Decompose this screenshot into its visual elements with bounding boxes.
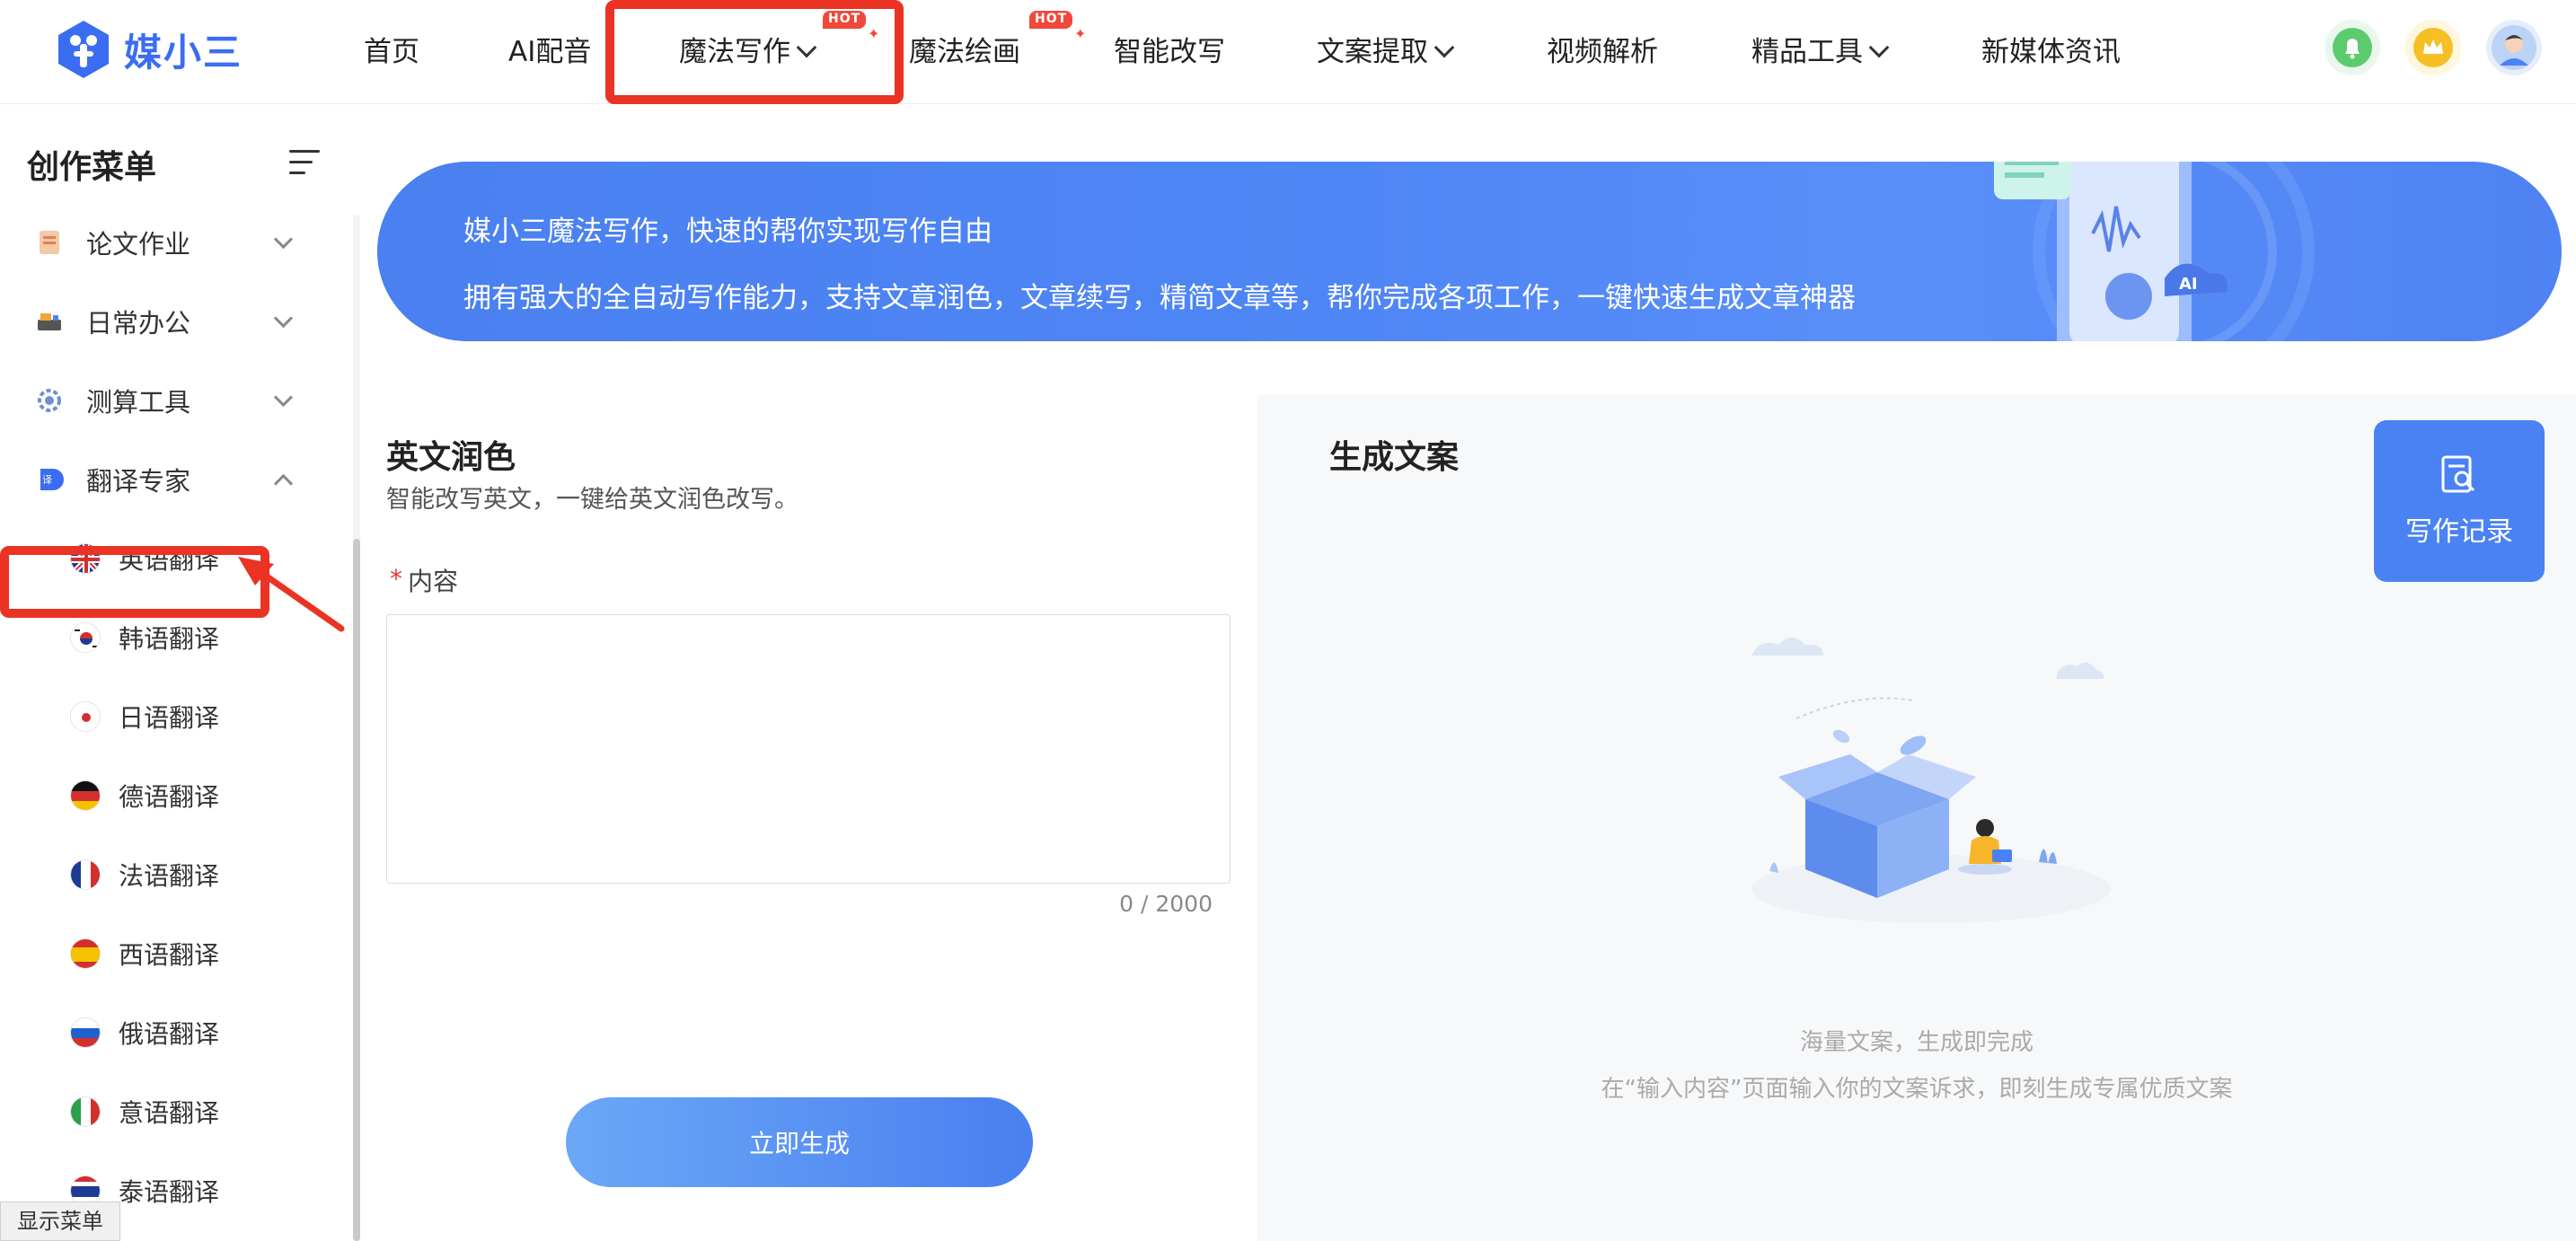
- nav-label: 视频解析: [1547, 36, 1658, 68]
- record-search-icon: [2441, 455, 2475, 493]
- nav-label: 新媒体资讯: [1981, 36, 2121, 68]
- empty-state-illustration: [1751, 638, 2111, 923]
- nav-home[interactable]: 首页: [364, 27, 419, 77]
- char-counter: 0 / 2000: [1119, 891, 1213, 917]
- sidebar-subitem-label: 泰语翻译: [119, 1177, 220, 1207]
- sidebar-subitem-german[interactable]: 德语翻译: [0, 764, 350, 827]
- show-menu-button[interactable]: 显示菜单: [0, 1201, 120, 1241]
- nav-magic-drawing[interactable]: 魔法绘画 HOT ✦: [909, 11, 1086, 77]
- input-panel: 英文润色 智能改写英文，一键给英文润色改写。 * 内容 0 / 2000 立即生…: [377, 395, 1257, 1241]
- result-panel: 生成文案 写作记录 海量文案，生成即完成 在“输入内容”页面输入你的文案诉求，即…: [1257, 395, 2576, 1241]
- nav-premium-tools[interactable]: 精品工具: [1751, 27, 1890, 77]
- sidebar-subitem-russian[interactable]: 俄语翻译: [0, 1001, 350, 1064]
- nav-label: 魔法绘画: [909, 36, 1020, 68]
- sidebar-item-office[interactable]: 日常办公: [0, 290, 350, 353]
- required-marker: *: [390, 564, 402, 594]
- japan-flag-icon: [70, 701, 101, 732]
- spain-flag-icon: [70, 938, 101, 969]
- empty-state-title: 海量文案，生成即完成: [1799, 1029, 2033, 1056]
- nav-label: AI配音: [508, 36, 592, 68]
- top-navigation: 媒小三 首页 AI配音 魔法写作 HOT ✦ 魔法绘画 HOT ✦ 智能改写 文…: [0, 0, 2576, 104]
- notification-button[interactable]: [2325, 20, 2380, 75]
- banner-subline: 拥有强大的全自动写作能力，支持文章润色，文章续写，精简文章等，帮你完成各项工作，…: [463, 282, 1856, 314]
- annotation-highlight-nav: [605, 0, 904, 104]
- france-flag-icon: [70, 859, 101, 890]
- nav-copy-extract[interactable]: 文案提取: [1317, 27, 1455, 77]
- empty-state-hint: 在“输入内容”页面输入你的文案诉求，即刻生成专属优质文案: [1601, 1076, 2233, 1103]
- record-label: 写作记录: [2405, 516, 2513, 548]
- chevron-up-icon: [273, 473, 294, 493]
- chevron-down-icon: [1434, 37, 1455, 58]
- sidebar-scrollbar-thumb[interactable]: [353, 539, 360, 1241]
- nav-label: 精品工具: [1751, 36, 1863, 68]
- result-title: 生成文案: [1329, 439, 1460, 476]
- sidebar-item-calc[interactable]: 测算工具: [0, 369, 350, 432]
- germany-flag-icon: [70, 780, 101, 811]
- sidebar-subitem-label: 西语翻译: [119, 940, 220, 970]
- writing-record-button[interactable]: 写作记录: [2374, 420, 2545, 582]
- scroll-icon: [34, 227, 65, 258]
- form-description: 智能改写英文，一键给英文润色改写。: [386, 486, 798, 514]
- brand-name: 媒小三: [124, 30, 243, 75]
- content-label: 内容: [408, 567, 459, 596]
- sidebar-subitem-label: 法语翻译: [119, 861, 220, 891]
- nav-label: 智能改写: [1114, 36, 1225, 68]
- banner-art-label: AI: [2179, 275, 2198, 294]
- korea-flag-icon: [70, 622, 101, 653]
- nav-video-parse[interactable]: 视频解析: [1547, 27, 1658, 77]
- sidebar-subitem-label: 俄语翻译: [119, 1019, 220, 1049]
- sidebar-subitem-label: 意语翻译: [119, 1098, 220, 1128]
- avatar[interactable]: [2486, 20, 2542, 75]
- sparkle-icon: ✦: [1074, 25, 1087, 42]
- sidebar-title: 创作菜单: [27, 149, 157, 186]
- nav-smart-rewrite[interactable]: 智能改写: [1114, 27, 1225, 77]
- logo-icon: [58, 21, 109, 78]
- gear-icon: [34, 385, 65, 416]
- italy-flag-icon: [70, 1096, 101, 1127]
- annotation-arrow: [238, 557, 345, 632]
- sidebar-item-label: 论文作业: [86, 229, 191, 260]
- sidebar-subitem-label: 韩语翻译: [119, 624, 220, 654]
- chevron-down-icon: [273, 387, 294, 407]
- sidebar-item-label: 翻译专家: [86, 466, 191, 497]
- hot-badge: HOT: [1029, 11, 1073, 29]
- chevron-down-icon: [1868, 37, 1890, 58]
- sidebar-subitem-label: 德语翻译: [119, 782, 220, 812]
- sidebar-subitem-label: 日语翻译: [119, 703, 220, 733]
- brand-logo[interactable]: 媒小三: [56, 18, 243, 81]
- nav-label: 文案提取: [1317, 36, 1428, 68]
- banner-illustration: AI: [1994, 162, 2315, 341]
- sidebar-item-label: 日常办公: [86, 308, 191, 339]
- sidebar: 创作菜单 论文作业 日常办公 测算工具 译 翻译专家 英语翻译 韩语翻译 日语翻…: [0, 105, 359, 1241]
- bell-icon: [2333, 28, 2372, 67]
- svg-text:译: 译: [42, 474, 52, 486]
- sidebar-subitem-spanish[interactable]: 西语翻译: [0, 922, 350, 985]
- vip-button[interactable]: [2405, 20, 2461, 75]
- form-title: 英文润色: [386, 439, 516, 476]
- collapse-menu-icon[interactable]: [289, 150, 320, 177]
- nav-ai-dubbing[interactable]: AI配音: [508, 27, 591, 77]
- annotation-highlight-sidebar: [0, 546, 269, 618]
- nav-media-news[interactable]: 新媒体资讯: [1981, 27, 2121, 77]
- sidebar-item-thesis[interactable]: 论文作业: [0, 211, 350, 274]
- russia-flag-icon: [70, 1017, 101, 1048]
- crown-icon: [2413, 28, 2453, 67]
- nav-label: 首页: [364, 36, 419, 68]
- sidebar-item-translate[interactable]: 译 翻译专家: [0, 448, 350, 511]
- user-avatar-icon: [2492, 25, 2536, 70]
- content-textarea[interactable]: [386, 614, 1231, 884]
- translate-icon: 译: [34, 464, 65, 495]
- office-icon: [34, 306, 65, 337]
- chevron-down-icon: [273, 229, 294, 249]
- banner-headline: 媒小三魔法写作，快速的帮你实现写作自由: [463, 216, 992, 248]
- hero-banner: 媒小三魔法写作，快速的帮你实现写作自由 拥有强大的全自动写作能力，支持文章润色，…: [377, 162, 2562, 341]
- sidebar-subitem-french[interactable]: 法语翻译: [0, 843, 350, 906]
- chevron-down-icon: [273, 308, 294, 328]
- sidebar-subitem-italian[interactable]: 意语翻译: [0, 1080, 350, 1143]
- sidebar-item-label: 测算工具: [86, 387, 191, 418]
- sidebar-subitem-japanese[interactable]: 日语翻译: [0, 685, 350, 748]
- generate-button[interactable]: 立即生成: [566, 1097, 1033, 1187]
